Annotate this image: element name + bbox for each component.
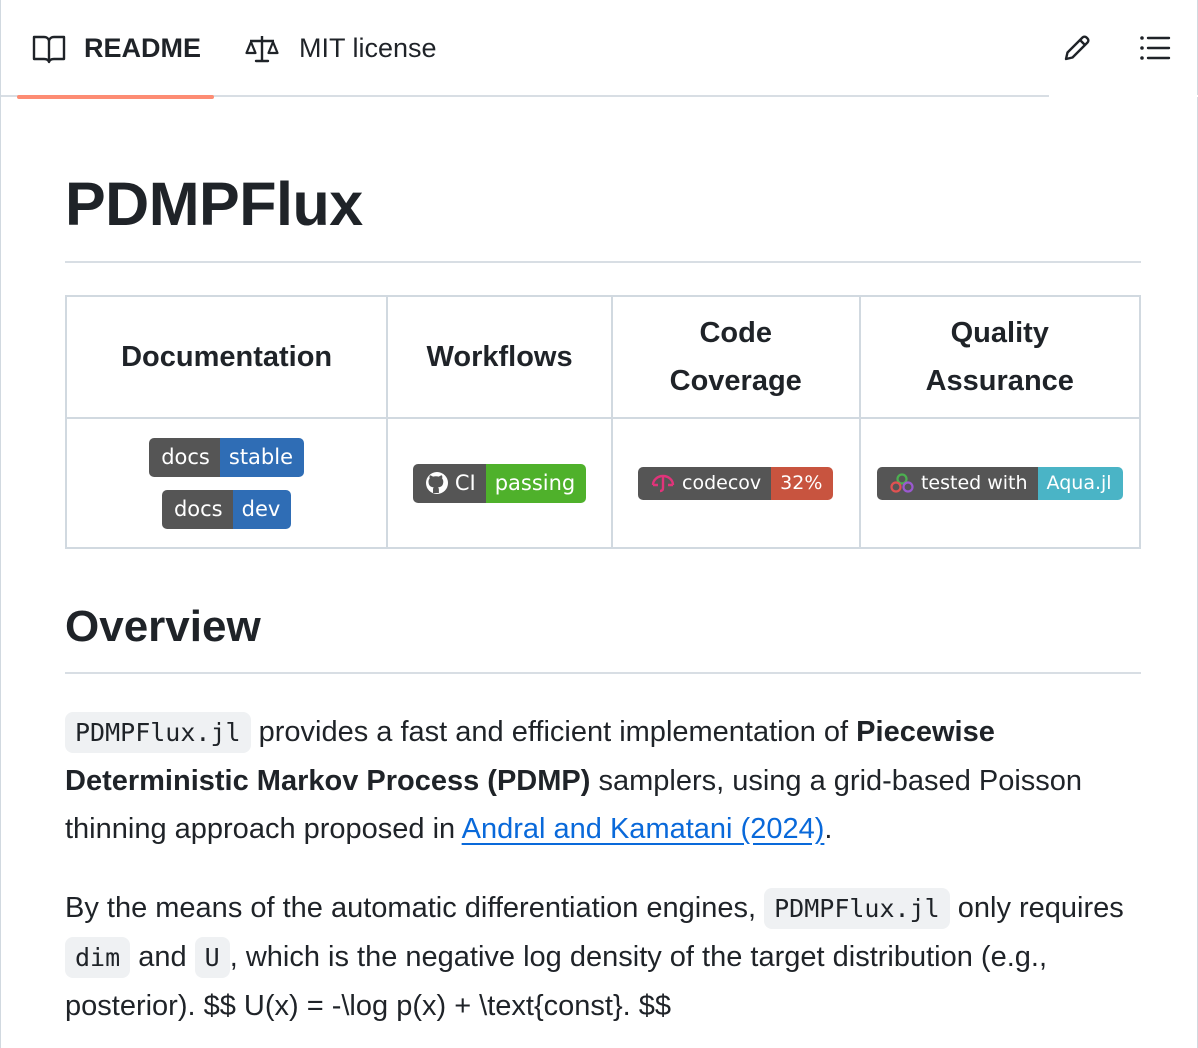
header-quality-assurance-line2: Assurance [925, 365, 1074, 397]
docs-dev-badge-right: dev [232, 489, 292, 529]
tabbar-gap [1049, 95, 1198, 97]
aqua-badge-left-label: tested with [920, 472, 1028, 494]
github-icon [425, 472, 448, 494]
text-run: and [130, 941, 195, 973]
inline-code: dim [65, 937, 131, 978]
inline-code: U [194, 937, 230, 978]
header-workflows: Workflows [386, 295, 613, 419]
aqua-icon [890, 473, 914, 493]
cell-code-coverage: codecov 32% [610, 417, 861, 549]
inline-code: PDMPFlux.jl [764, 888, 950, 929]
aqua-badge-right: Aqua.jl [1037, 466, 1123, 500]
list-icon [1140, 36, 1171, 60]
table-header-row: Documentation Workflows Code Coverage Qu… [64, 295, 1142, 419]
title-divider [65, 261, 1141, 263]
tab-license-label: MIT license [299, 33, 437, 63]
inline-code: PDMPFlux.jl [65, 712, 251, 753]
header-documentation: Documentation [64, 295, 389, 419]
header-code-coverage-line1: Code [699, 317, 772, 349]
codecov-badge-right: 32% [771, 466, 834, 500]
codecov-icon [651, 474, 675, 493]
text-run: . [824, 813, 833, 845]
cell-quality-assurance: tested with Aqua.jl [858, 417, 1142, 549]
ci-badge-left-label: CI [454, 471, 476, 495]
header-code-coverage: Code Coverage [610, 295, 861, 419]
codecov-badge-left: codecov [638, 466, 772, 500]
cell-workflows: CI passing [386, 417, 613, 549]
cell-documentation: docs stable docs dev [64, 417, 389, 549]
text-run: provides a fast and efficient implementa… [250, 716, 857, 748]
table-row: docs stable docs dev CI passing codecov … [64, 417, 1142, 549]
badge-table: Documentation Workflows Code Coverage Qu… [64, 295, 1142, 549]
overview-paragraph-1: PDMPFlux.jl provides a fast and efficien… [65, 708, 1141, 853]
header-quality-assurance-line1: Quality [950, 317, 1049, 349]
reference-link[interactable]: Andral and Kamatani (2024) [462, 813, 825, 845]
ci-badge[interactable]: CI passing [412, 463, 587, 503]
docs-dev-badge[interactable]: docs dev [161, 489, 292, 529]
overview-heading: Overview [65, 602, 261, 651]
header-code-coverage-line2: Coverage [669, 365, 802, 397]
docs-stable-badge-right: stable [219, 437, 305, 477]
law-icon [245, 35, 279, 62]
text-run: By the means of the automatic differenti… [65, 892, 765, 924]
docs-stable-badge[interactable]: docs stable [149, 437, 305, 477]
overview-paragraph-2: By the means of the automatic differenti… [65, 884, 1141, 1030]
text-run: only requires [949, 892, 1124, 924]
docs-dev-badge-left: docs [161, 489, 233, 529]
codecov-badge[interactable]: codecov 32% [638, 466, 834, 500]
readme-tab-bar: README MIT license [1, 0, 1198, 99]
readme-panel: README MIT license PDMPFlux Documentatio… [0, 0, 1198, 1048]
docs-stable-badge-left: docs [149, 437, 220, 477]
pencil-icon [1064, 35, 1090, 61]
edit-button[interactable] [1059, 30, 1095, 66]
tab-readme-label: README [84, 33, 202, 63]
ci-badge-left: CI [412, 463, 486, 503]
header-quality-assurance: Quality Assurance [858, 295, 1142, 419]
overview-divider [65, 672, 1141, 674]
aqua-badge-left: tested with [876, 466, 1038, 500]
codecov-badge-left-label: codecov [682, 472, 762, 494]
outline-button[interactable] [1137, 30, 1173, 66]
aqua-badge[interactable]: tested with Aqua.jl [876, 466, 1123, 500]
tab-readme[interactable]: README [17, 0, 214, 99]
tab-license[interactable]: MIT license [245, 0, 437, 97]
ci-badge-right: passing [485, 463, 587, 503]
book-icon [32, 35, 66, 63]
page-title: PDMPFlux [65, 170, 363, 238]
